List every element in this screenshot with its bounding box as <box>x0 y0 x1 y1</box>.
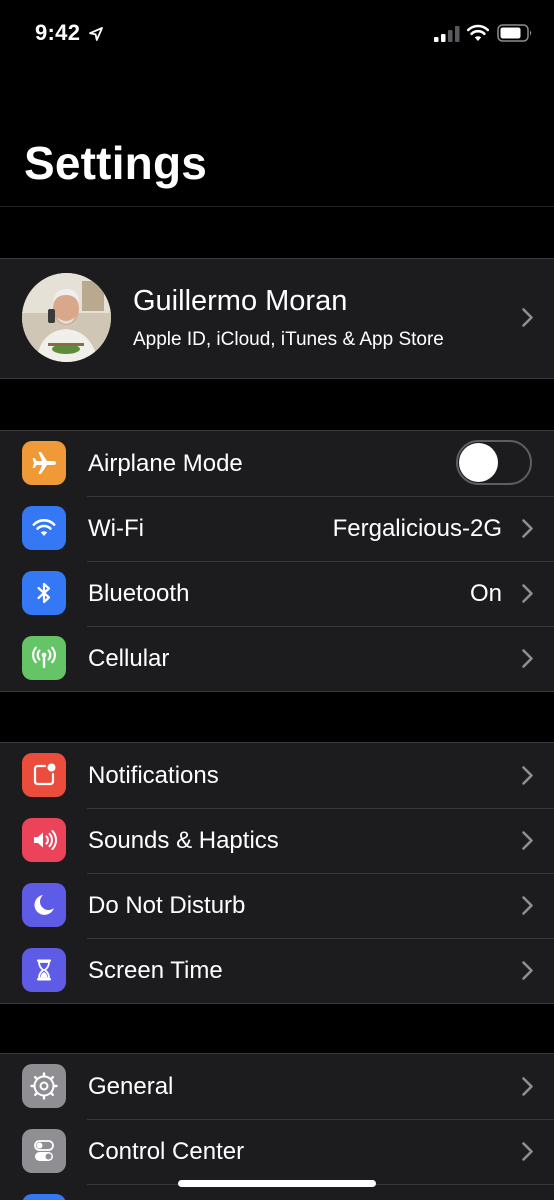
chevron-right-icon <box>522 766 533 785</box>
cellular-label: Cellular <box>88 645 170 672</box>
display-icon <box>22 1194 66 1200</box>
chevron-right-icon <box>522 308 533 327</box>
alerts-group: Notifications Sounds & Haptics Do Not Di… <box>0 742 554 1004</box>
screen-time-row[interactable]: Screen Time <box>0 938 554 1003</box>
apple-id-profile-row[interactable]: Guillermo Moran Apple ID, iCloud, iTunes… <box>0 258 554 379</box>
notifications-label: Notifications <box>88 762 219 789</box>
chevron-right-icon <box>522 519 533 538</box>
cellular-signal-icon <box>434 26 460 42</box>
bluetooth-status-value: On <box>469 580 502 607</box>
airplane-mode-toggle[interactable] <box>456 440 532 485</box>
speaker-icon <box>22 818 66 862</box>
do-not-disturb-label: Do Not Disturb <box>88 892 246 919</box>
airplane-mode-label: Airplane Mode <box>88 450 243 477</box>
chevron-right-icon <box>522 649 533 668</box>
notifications-row[interactable]: Notifications <box>0 743 554 808</box>
divider <box>0 206 554 207</box>
chevron-right-icon <box>522 831 533 850</box>
settings-screen: 9:42 Settings Guillermo Moran Apple ID, … <box>0 0 554 1200</box>
chevron-right-icon <box>522 1142 533 1161</box>
status-bar: 9:42 <box>0 0 554 70</box>
general-group: General Control Center <box>0 1053 554 1200</box>
switches-icon <box>22 1129 66 1173</box>
battery-icon <box>497 24 532 42</box>
cellular-row[interactable]: Cellular <box>0 626 554 691</box>
hourglass-icon <box>22 948 66 992</box>
control-center-row[interactable]: Control Center <box>0 1119 554 1184</box>
sounds-haptics-label: Sounds & Haptics <box>88 827 279 854</box>
chevron-right-icon <box>522 961 533 980</box>
moon-icon <box>22 883 66 927</box>
do-not-disturb-row[interactable]: Do Not Disturb <box>0 873 554 938</box>
chevron-right-icon <box>522 584 533 603</box>
toggle-knob <box>459 443 498 482</box>
general-label: General <box>88 1073 174 1100</box>
status-time: 9:42 <box>35 20 81 45</box>
chevron-right-icon <box>522 896 533 915</box>
wifi-row[interactable]: Wi-Fi Fergalicious-2G <box>0 496 554 561</box>
wifi-icon <box>466 24 490 41</box>
wifi-network-value: Fergalicious-2G <box>332 515 502 542</box>
bluetooth-label: Bluetooth <box>88 580 190 607</box>
wifi-icon <box>22 506 66 550</box>
avatar-photo-icon <box>22 273 111 362</box>
wifi-label: Wi-Fi <box>88 515 144 542</box>
notifications-icon <box>22 753 66 797</box>
bluetooth-icon <box>22 571 66 615</box>
gear-icon <box>22 1064 66 1108</box>
screen-time-label: Screen Time <box>88 957 223 984</box>
profile-subtitle: Apple ID, iCloud, iTunes & App Store <box>133 329 444 350</box>
location-arrow-icon <box>89 27 103 41</box>
airplane-icon <box>22 441 66 485</box>
airplane-mode-row: Airplane Mode <box>0 431 554 496</box>
bluetooth-row[interactable]: Bluetooth On <box>0 561 554 626</box>
connectivity-group: Airplane Mode Wi-Fi Fergalicious-2G Blue… <box>0 430 554 692</box>
avatar <box>22 273 111 362</box>
cellular-antenna-icon <box>22 636 66 680</box>
control-center-label: Control Center <box>88 1138 245 1165</box>
page-title: Settings <box>24 137 208 189</box>
general-row[interactable]: General <box>0 1054 554 1119</box>
sounds-haptics-row[interactable]: Sounds & Haptics <box>0 808 554 873</box>
profile-name: Guillermo Moran <box>133 285 348 317</box>
chevron-right-icon <box>522 1077 533 1096</box>
home-indicator[interactable] <box>178 1180 376 1187</box>
